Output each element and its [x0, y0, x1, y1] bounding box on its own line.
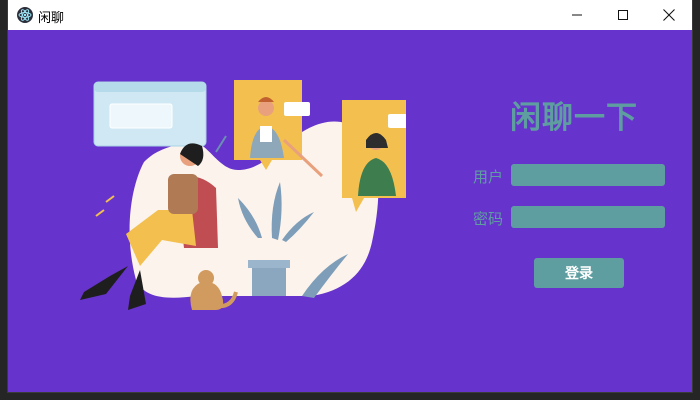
- editor-backdrop-right: [692, 0, 700, 400]
- editor-backdrop-bottom: [0, 392, 700, 400]
- username-label: 用户: [473, 168, 504, 186]
- electron-app-icon: [17, 7, 33, 23]
- window-title: 闲聊: [38, 11, 65, 26]
- password-input[interactable]: [511, 206, 665, 228]
- login-heading: 闲聊一下: [510, 100, 638, 136]
- video-chat-illustration: [80, 80, 406, 310]
- editor-backdrop-left: [0, 0, 8, 400]
- close-icon: [663, 9, 675, 21]
- login-page: 闲聊一下 用户 密码 登录: [8, 30, 692, 392]
- minimize-button[interactable]: [554, 0, 600, 30]
- minimize-icon: [572, 14, 582, 16]
- close-button[interactable]: [646, 0, 692, 30]
- password-label: 密码: [473, 210, 504, 228]
- login-button[interactable]: 登录: [534, 258, 624, 288]
- title-bar[interactable]: 闲聊: [8, 0, 692, 30]
- maximize-button[interactable]: [600, 0, 646, 30]
- username-input[interactable]: [511, 164, 665, 186]
- app-window: 闲聊 闲聊一下 用户 密码 登录: [8, 0, 692, 392]
- maximize-icon: [618, 10, 628, 20]
